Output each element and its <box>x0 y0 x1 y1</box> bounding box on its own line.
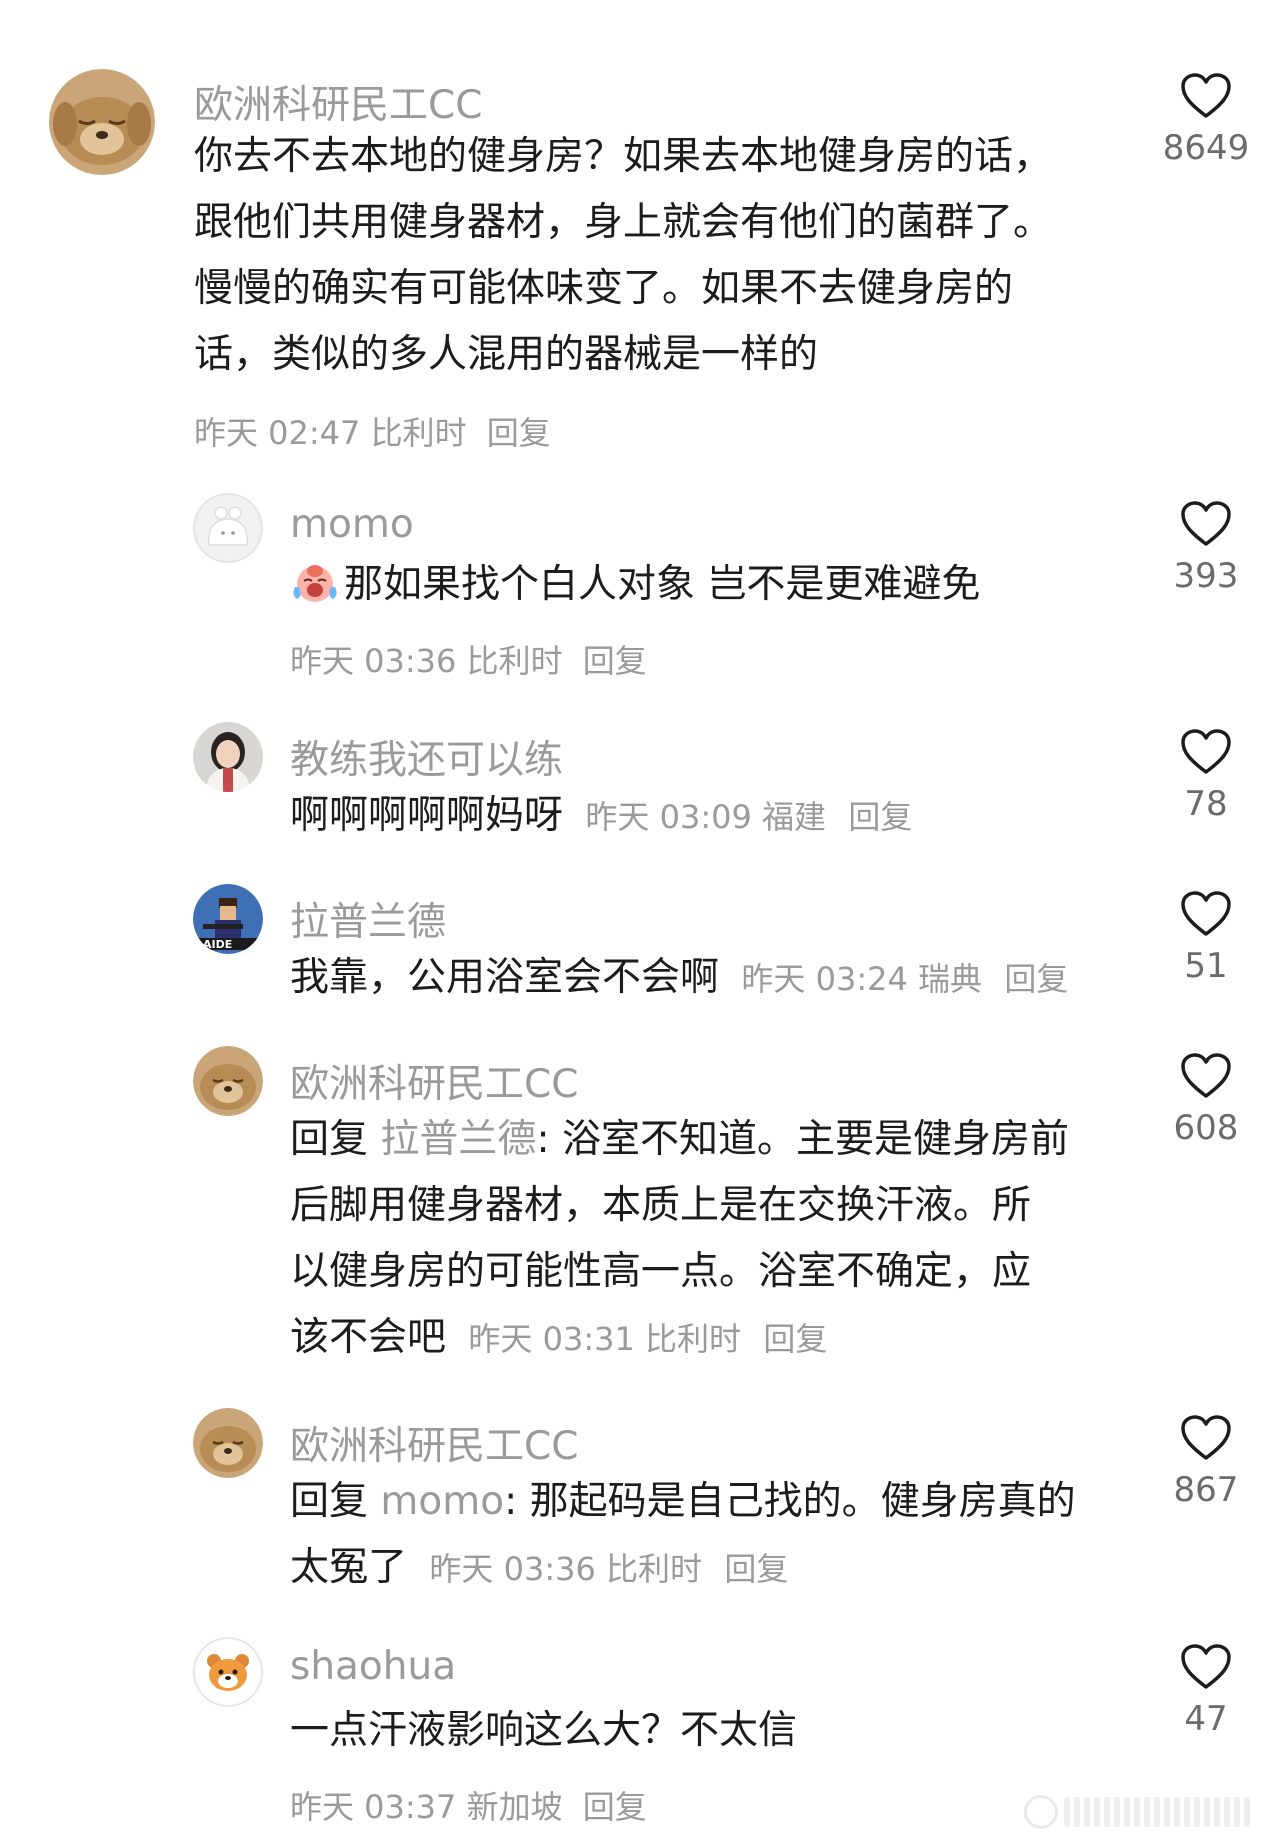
heart-icon <box>1181 1415 1231 1460</box>
like-count: 47 <box>1184 1699 1228 1739</box>
comment-text: 啊啊啊啊啊妈呀 昨天 03:09 福建 回复 <box>290 793 913 838</box>
like-button[interactable]: 78 <box>1160 728 1252 824</box>
default-avatar[interactable] <box>193 493 263 563</box>
username[interactable]: shaohua <box>290 1644 456 1689</box>
comment-meta: 昨天 03:37 新加坡 回复 <box>290 1782 647 1828</box>
like-count: 867 <box>1173 1470 1239 1510</box>
comment-text: 你去不去本地的健身房？如果去本地健身房的话， 跟他们共用健身器材，身上就会有他们… <box>194 134 1053 377</box>
username[interactable]: 教练我还可以练 <box>290 729 563 785</box>
svg-text:AIDE: AIDE <box>203 938 232 951</box>
username[interactable]: 欧洲科研民工CC <box>194 74 482 130</box>
reply-button[interactable]: 回复 <box>724 1550 788 1588</box>
like-button[interactable]: 608 <box>1160 1052 1252 1148</box>
crying-face-emoji <box>290 559 340 605</box>
heart-icon <box>1181 729 1231 774</box>
comment-time-location: 昨天 03:31 比利时 <box>468 1320 741 1358</box>
comment-text: 我靠，公用浴室会不会啊 昨天 03:24 瑞典 回复 <box>290 955 1069 1000</box>
reply-button[interactable]: 回复 <box>487 414 551 452</box>
like-button[interactable]: 47 <box>1160 1643 1252 1739</box>
comment-time-location: 昨天 02:47 比利时 <box>194 414 467 452</box>
comment-time-location: 昨天 03:36 比利时 <box>429 1550 702 1588</box>
reply-button[interactable]: 回复 <box>848 798 912 836</box>
like-count: 8649 <box>1162 128 1250 168</box>
reply-button[interactable]: 回复 <box>1004 960 1068 998</box>
pixel-character-avatar[interactable]: AIDE <box>193 884 263 954</box>
watermark <box>1024 1795 1254 1829</box>
reply-target-username[interactable]: 拉普兰德 <box>380 1117 536 1162</box>
comment-text: 回复 momo: 那起码是自己找的。健身房真的 太冤了 昨天 03:36 比利时… <box>290 1479 1076 1590</box>
reply-label: 回复 <box>290 1117 369 1162</box>
comment-time-location: 昨天 03:24 瑞典 <box>741 960 982 998</box>
like-button[interactable]: 393 <box>1160 500 1252 596</box>
comment-text: 回复 拉普兰德: 浴室不知道。主要是健身房前 后脚用健身器材，本质上是在交换汗液… <box>290 1117 1069 1360</box>
heart-icon <box>1181 1053 1231 1098</box>
like-button[interactable]: 867 <box>1160 1414 1252 1510</box>
like-count: 608 <box>1173 1108 1239 1148</box>
watermark-bar <box>1064 1797 1254 1827</box>
hamster-avatar[interactable] <box>193 1637 263 1707</box>
username[interactable]: momo <box>290 502 414 547</box>
username[interactable]: 欧洲科研民工CC <box>290 1415 578 1471</box>
like-count: 78 <box>1184 784 1228 824</box>
heart-icon <box>1181 501 1231 546</box>
reply-button[interactable]: 回复 <box>583 1788 647 1826</box>
comment-meta: 昨天 03:36 比利时 回复 <box>290 636 647 682</box>
username[interactable]: 欧洲科研民工CC <box>290 1053 578 1109</box>
girl-avatar[interactable] <box>193 722 263 792</box>
heart-icon <box>1181 73 1231 118</box>
like-button[interactable]: 8649 <box>1160 72 1252 168</box>
watermark-circle <box>1024 1795 1058 1829</box>
like-count: 393 <box>1173 556 1239 596</box>
puppy-avatar[interactable] <box>49 69 155 175</box>
comment-text: 那如果找个白人对象 岂不是更难避免 <box>290 552 1120 618</box>
like-count: 51 <box>1184 946 1228 986</box>
puppy-avatar[interactable] <box>193 1408 263 1478</box>
reply-target-username[interactable]: momo <box>380 1479 504 1524</box>
username[interactable]: 拉普兰德 <box>290 891 446 947</box>
comment-meta: 昨天 02:47 比利时 回复 <box>194 408 551 454</box>
heart-icon <box>1181 1644 1231 1689</box>
comment-text: 一点汗液影响这么大？不太信 <box>290 1708 798 1753</box>
comment-time-location: 昨天 03:09 福建 <box>585 798 826 836</box>
reply-button[interactable]: 回复 <box>763 1320 827 1358</box>
heart-icon <box>1181 891 1231 936</box>
reply-button[interactable]: 回复 <box>583 642 647 680</box>
comment-time-location: 昨天 03:37 新加坡 <box>290 1788 563 1826</box>
comment-time-location: 昨天 03:36 比利时 <box>290 642 563 680</box>
reply-label: 回复 <box>290 1479 369 1524</box>
like-button[interactable]: 51 <box>1160 890 1252 986</box>
puppy-avatar[interactable] <box>193 1046 263 1116</box>
